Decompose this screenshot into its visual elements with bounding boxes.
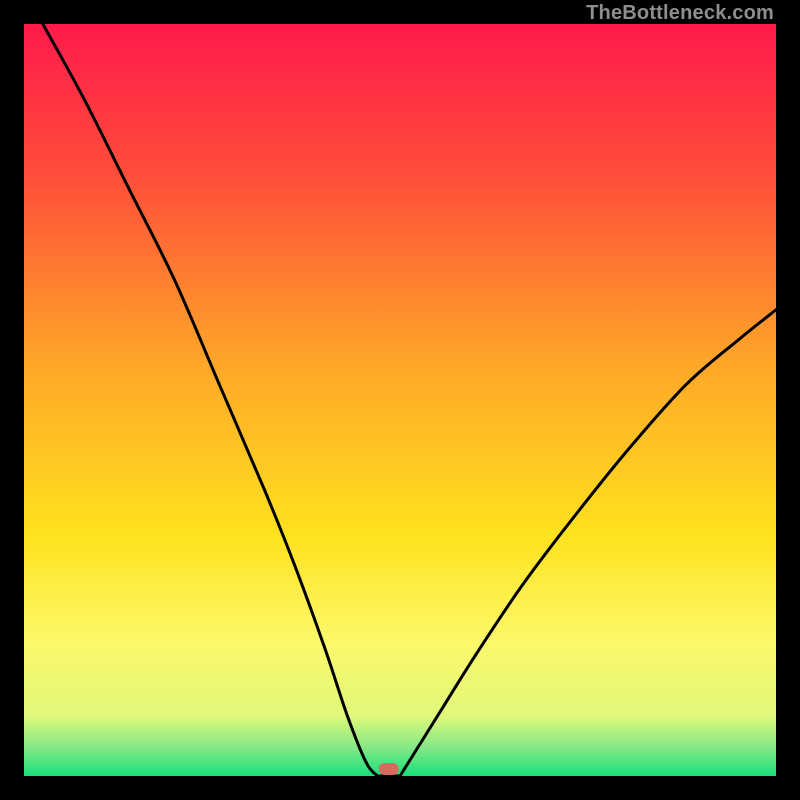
gradient-background bbox=[24, 24, 776, 776]
bottleneck-curve-chart bbox=[24, 24, 776, 776]
watermark-text: TheBottleneck.com bbox=[586, 2, 774, 25]
min-marker bbox=[379, 763, 399, 775]
outer-frame: TheBottleneck.com bbox=[0, 0, 800, 800]
plot-area bbox=[24, 24, 776, 776]
